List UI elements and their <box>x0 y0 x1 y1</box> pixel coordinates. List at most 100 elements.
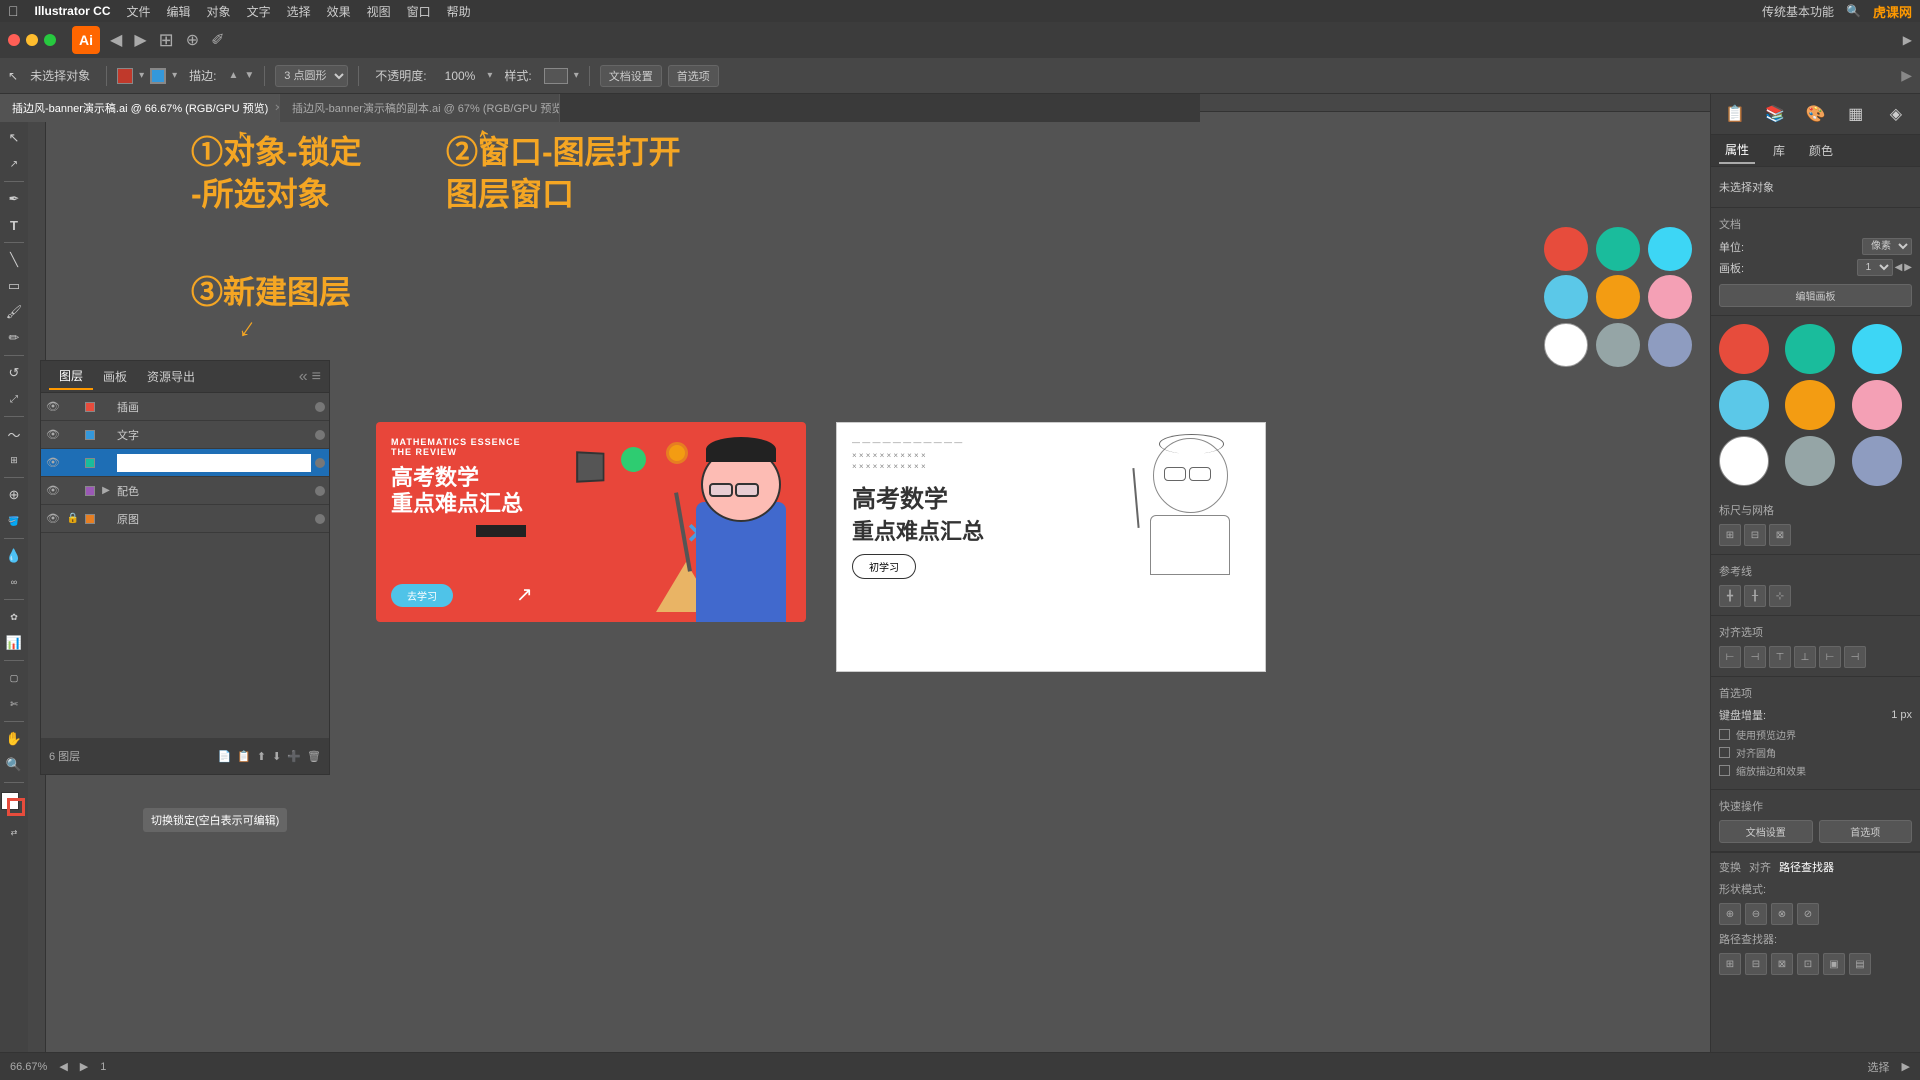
grid-icon[interactable]: ⊟ <box>1744 524 1766 546</box>
shape-builder-tool[interactable]: ⊕ <box>2 483 26 507</box>
pencil-tool[interactable]: ✏ <box>2 326 26 350</box>
style-swatch[interactable] <box>544 68 568 84</box>
color-swatch-pink[interactable] <box>1648 275 1692 319</box>
type-tool[interactable]: T <box>2 213 26 237</box>
exclude-icon[interactable]: ⊘ <box>1797 903 1819 925</box>
library-icon[interactable]: 📚 <box>1761 100 1789 128</box>
layer-lock-original[interactable]: 🔒 <box>65 513 81 524</box>
guides-icon-1[interactable]: ╋ <box>1719 585 1741 607</box>
layer-row-illustration[interactable]: 👁 插画 <box>41 393 329 421</box>
stroke-arrow[interactable]: ▾ <box>172 70 177 81</box>
toolbar-more-icon[interactable]: ▶ <box>1901 67 1912 84</box>
snap-icon-6[interactable]: ⊣ <box>1844 646 1866 668</box>
swatch-red[interactable] <box>1719 324 1769 374</box>
banner-button[interactable]: 去学习 <box>391 584 453 607</box>
scale-tool[interactable]: ⤢ <box>2 387 26 411</box>
fill-stroke-widget[interactable] <box>1 792 27 818</box>
column-graph-tool[interactable]: 📊 <box>2 631 26 655</box>
scale-effect-checkbox[interactable] <box>1719 765 1730 776</box>
search-icon[interactable]: 🔍 <box>1846 4 1861 18</box>
selection-tool[interactable]: ↖ <box>2 126 26 150</box>
layer-eye-illustration[interactable]: 👁 <box>45 400 61 413</box>
style-arrow[interactable]: ▾ <box>574 70 579 81</box>
layer-row-original[interactable]: 👁 🔒 原图 <box>41 505 329 533</box>
symbol-sprayer-tool[interactable]: ✿ <box>2 605 26 629</box>
intersect-icon[interactable]: ⊗ <box>1771 903 1793 925</box>
color-swatch-lavender[interactable] <box>1648 323 1692 367</box>
minimize-button[interactable] <box>26 34 38 46</box>
layer-eye-palette[interactable]: 👁 <box>45 484 61 497</box>
layer-eye-text[interactable]: 👁 <box>45 428 61 441</box>
rp-artboard-select[interactable]: 1 <box>1857 259 1893 276</box>
tab-2[interactable]: 插边风-banner演示稿的副本.ai @ 67% (RGB/GPU 预览) ✕ <box>280 94 560 122</box>
color-swatch-red[interactable] <box>1544 227 1588 271</box>
paintbrush-tool[interactable]: 🖌 <box>2 300 26 324</box>
snap-icon-1[interactable]: ⊢ <box>1719 646 1741 668</box>
swap-fill-stroke[interactable]: ⇄ <box>2 820 26 844</box>
nav-forward-icon[interactable]: ▶ <box>132 28 148 52</box>
transform-tab[interactable]: 变换 <box>1719 859 1741 875</box>
move-to-layer-button[interactable]: 📋 <box>237 750 251 763</box>
quick-doc-settings-button[interactable]: 文档设置 <box>1719 820 1813 843</box>
close-button[interactable] <box>8 34 20 46</box>
divide-icon[interactable]: ⊞ <box>1719 953 1741 975</box>
edit-menu[interactable]: 编辑 <box>167 3 191 20</box>
rp-artboard-next[interactable]: ▶ <box>1904 262 1912 273</box>
doc-settings-button[interactable]: 文档设置 <box>600 65 662 87</box>
edit-artboard-button[interactable]: 编辑画板 <box>1719 284 1912 307</box>
color-icon[interactable]: 🎨 <box>1801 100 1829 128</box>
layer-row-palette[interactable]: 👁 ▶ 配色 <box>41 477 329 505</box>
zoom-level[interactable]: 66.67% <box>10 1061 47 1073</box>
text-menu[interactable]: 文字 <box>247 3 271 20</box>
move-layer-up-button[interactable]: ⬆ <box>257 750 266 763</box>
outline-icon[interactable]: ▣ <box>1823 953 1845 975</box>
pathfinder-tab[interactable]: 路径查找器 <box>1779 859 1834 875</box>
help-menu[interactable]: 帮助 <box>447 3 471 20</box>
ruler-icon[interactable]: ⊞ <box>1719 524 1741 546</box>
color-swatch-white[interactable] <box>1544 323 1588 367</box>
minus-front-icon[interactable]: ⊖ <box>1745 903 1767 925</box>
swatch-white[interactable] <box>1719 436 1769 486</box>
blend-tool[interactable]: ∞ <box>2 570 26 594</box>
snap-icon[interactable]: ⊠ <box>1769 524 1791 546</box>
swatch-gray[interactable] <box>1785 436 1835 486</box>
color-tab[interactable]: 颜色 <box>1803 138 1839 163</box>
direct-selection-tool[interactable]: ↗ <box>2 152 26 176</box>
snap-icon-5[interactable]: ⊢ <box>1819 646 1841 668</box>
new-layer-button[interactable]: 📄 <box>217 750 231 763</box>
fill-color-swatch[interactable] <box>117 68 133 84</box>
status-arrow-right[interactable]: ▶ <box>80 1060 88 1073</box>
layers-tab[interactable]: 图层 <box>49 363 93 390</box>
pen-icon[interactable]: ✐ <box>209 28 226 52</box>
artboards-tab[interactable]: 画板 <box>93 364 137 389</box>
stroke-color-swatch[interactable] <box>150 68 166 84</box>
delete-layer-button[interactable]: 🗑 <box>307 750 321 763</box>
unite-icon[interactable]: ⊕ <box>1719 903 1741 925</box>
color-swatch-gray[interactable] <box>1596 323 1640 367</box>
window-menu[interactable]: 窗口 <box>407 3 431 20</box>
zoom-tool[interactable]: 🔍 <box>2 753 26 777</box>
free-transform-tool[interactable]: ⊞ <box>2 448 26 472</box>
snap-icon-4[interactable]: ⊥ <box>1794 646 1816 668</box>
snap-icon-3[interactable]: ⊤ <box>1769 646 1791 668</box>
snap-corners-checkbox[interactable] <box>1719 747 1730 758</box>
add-icon[interactable]: ⊕ <box>184 28 201 52</box>
swatch-teal[interactable] <box>1785 324 1835 374</box>
color-swatch-green[interactable] <box>1596 227 1640 271</box>
swatch-orange[interactable] <box>1785 380 1835 430</box>
library-tab[interactable]: 库 <box>1767 138 1791 163</box>
stroke-down-icon[interactable]: ▼ <box>244 70 254 81</box>
layer-eye-original[interactable]: 👁 <box>45 512 61 525</box>
preferences-button[interactable]: 首选项 <box>668 65 719 87</box>
hand-tool[interactable]: ✋ <box>2 727 26 751</box>
layer-expand-palette[interactable]: ▶ <box>99 485 113 496</box>
opacity-arrow[interactable]: ▾ <box>487 70 492 81</box>
properties-tab[interactable]: 属性 <box>1719 137 1755 164</box>
slice-tool[interactable]: ✄ <box>2 692 26 716</box>
layer-row-editing[interactable]: 👁 <box>41 449 329 477</box>
line-tool[interactable]: ╲ <box>2 248 26 272</box>
eyedropper-tool[interactable]: 💧 <box>2 544 26 568</box>
nav-back-icon[interactable]: ◀ <box>108 28 124 52</box>
properties-icon[interactable]: 📋 <box>1721 100 1749 128</box>
stroke-type-select[interactable]: 3 点圆形 基本 <box>275 65 348 87</box>
